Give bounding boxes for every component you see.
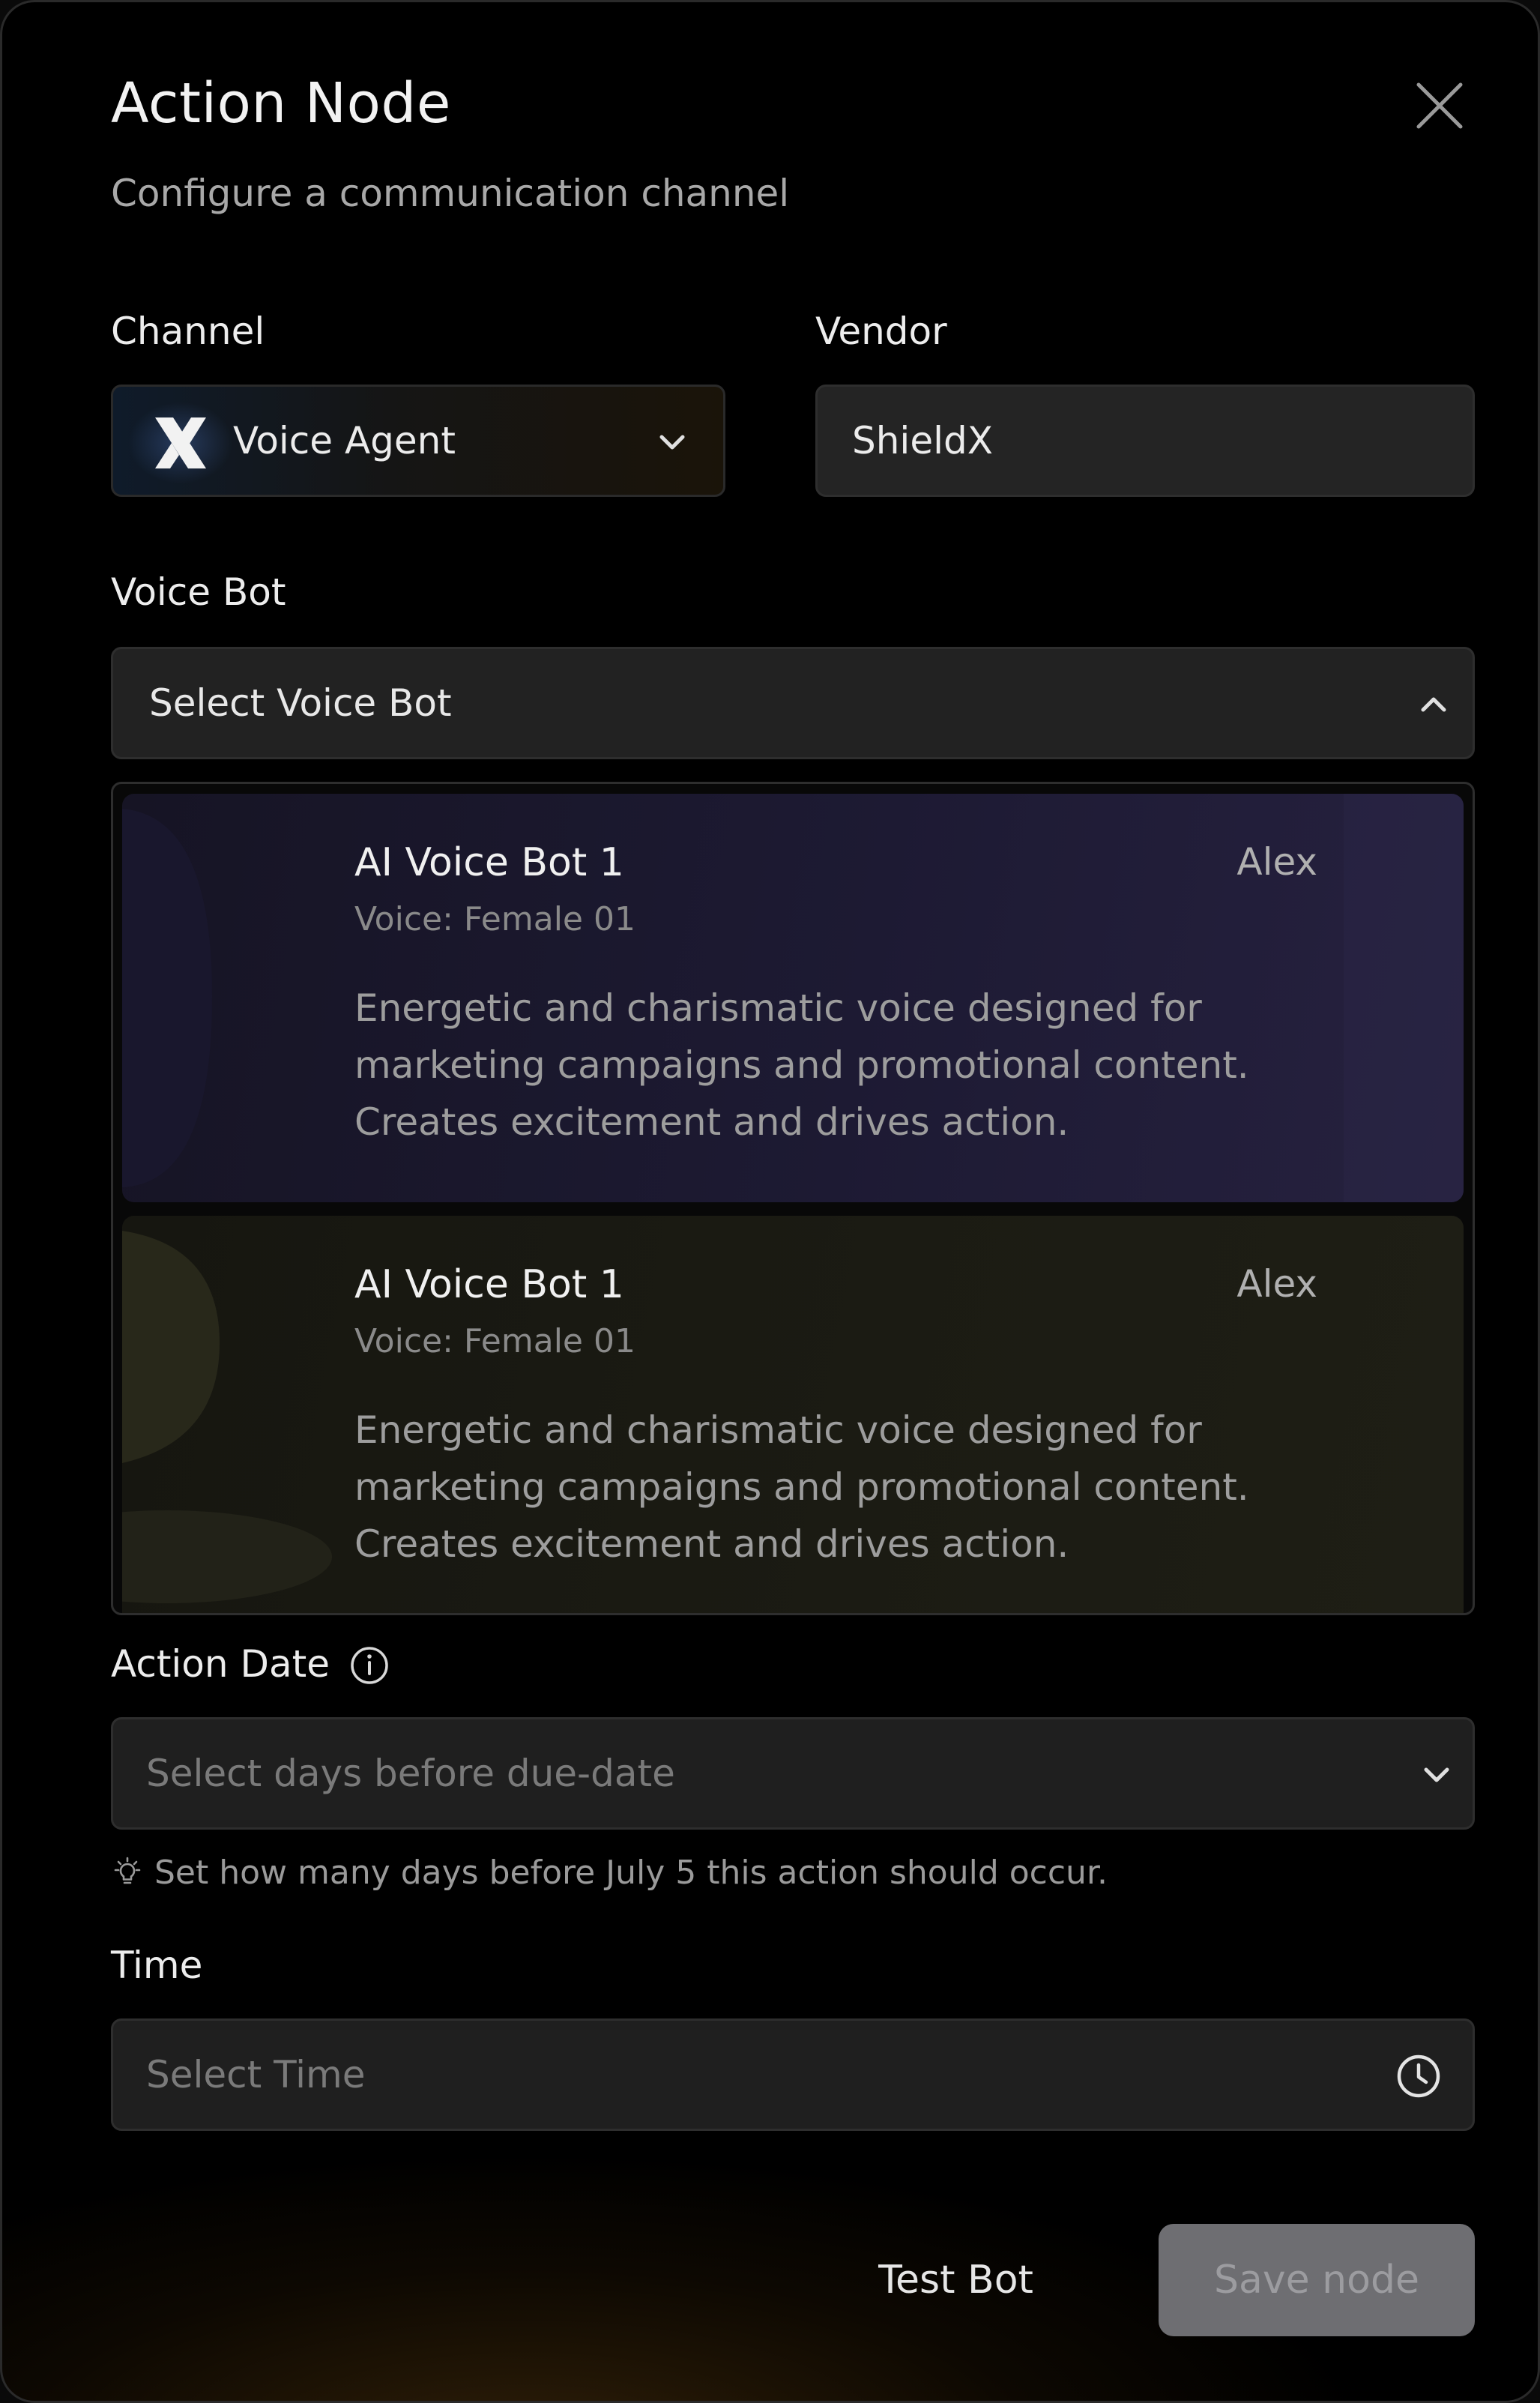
option-name: Alex bbox=[1236, 840, 1317, 884]
action-date-select[interactable]: Select days before due-date bbox=[111, 1717, 1475, 1830]
vendor-field[interactable]: ShieldX bbox=[815, 385, 1475, 497]
option-name: Alex bbox=[1236, 1262, 1317, 1306]
voice-bot-options-list: AI Voice Bot 1 Alex Voice: Female 01 Ene… bbox=[111, 782, 1475, 1615]
time-placeholder: Select Time bbox=[146, 2053, 366, 2096]
hint-text: Set how many days before July 5 this act… bbox=[154, 1854, 1108, 1892]
channel-label: Channel bbox=[111, 310, 265, 353]
action-node-modal: Action Node Configure a communication ch… bbox=[0, 0, 1540, 2403]
option-description: Energetic and charismatic voice designed… bbox=[354, 986, 1249, 1144]
modal-subtitle: Configure a communication channel bbox=[111, 172, 790, 215]
close-icon[interactable] bbox=[1411, 77, 1468, 134]
vendor-label: Vendor bbox=[815, 310, 947, 353]
option-voice: Voice: Female 01 bbox=[354, 900, 635, 938]
voice-agent-x-logo bbox=[155, 417, 206, 468]
channel-select[interactable]: Voice Agent bbox=[111, 385, 725, 497]
voice-bot-select[interactable]: Select Voice Bot bbox=[111, 647, 1475, 759]
chevron-up-icon bbox=[1421, 697, 1446, 712]
lightbulb-icon bbox=[114, 1857, 141, 1884]
voice-bot-label: Voice Bot bbox=[111, 570, 286, 614]
action-date-placeholder: Select days before due-date bbox=[146, 1752, 675, 1795]
clock-icon[interactable] bbox=[1395, 2052, 1443, 2100]
voice-bot-option[interactable]: AI Voice Bot 1 Alex Voice: Female 01 Ene… bbox=[122, 1216, 1464, 1613]
test-bot-button[interactable]: Test Bot bbox=[849, 2224, 1063, 2336]
chevron-down-icon bbox=[659, 435, 685, 450]
voice-bot-placeholder: Select Voice Bot bbox=[149, 681, 452, 725]
option-voice: Voice: Female 01 bbox=[354, 1322, 635, 1360]
chevron-down-icon bbox=[1424, 1767, 1449, 1782]
time-label: Time bbox=[111, 1944, 203, 1987]
action-date-label: Action Date bbox=[111, 1642, 330, 1686]
option-title: AI Voice Bot 1 bbox=[354, 1262, 624, 1307]
time-picker[interactable]: Select Time bbox=[111, 2018, 1475, 2131]
save-node-button[interactable]: Save node bbox=[1159, 2224, 1475, 2336]
action-date-hint: Set how many days before July 5 this act… bbox=[111, 1854, 1108, 1892]
info-icon[interactable] bbox=[349, 1645, 390, 1686]
modal-title: Action Node bbox=[111, 71, 451, 136]
vendor-value: ShieldX bbox=[852, 419, 993, 462]
option-title: AI Voice Bot 1 bbox=[354, 840, 624, 885]
voice-bot-option[interactable]: AI Voice Bot 1 Alex Voice: Female 01 Ene… bbox=[122, 794, 1464, 1202]
option-description: Energetic and charismatic voice designed… bbox=[354, 1408, 1249, 1566]
channel-value: Voice Agent bbox=[233, 419, 456, 462]
